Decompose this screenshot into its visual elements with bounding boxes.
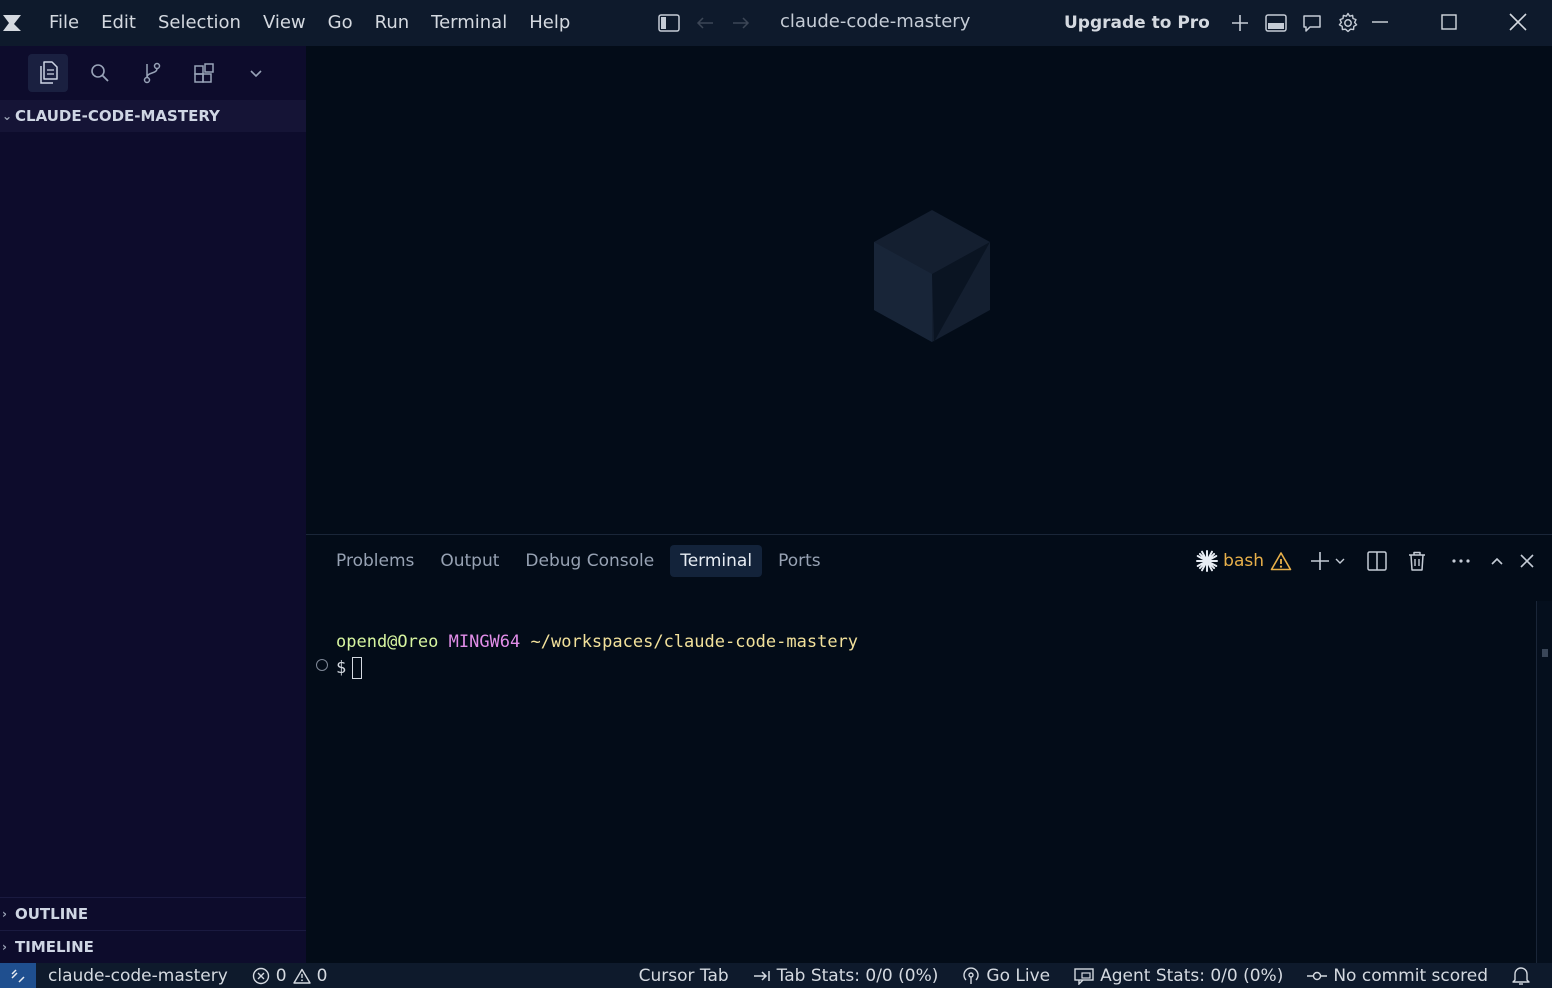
- menu-run[interactable]: Run: [364, 0, 421, 46]
- explorer-section-header[interactable]: ⌄ CLAUDE-CODE-MASTERY: [0, 100, 306, 132]
- outline-section-header[interactable]: › OUTLINE: [0, 897, 306, 930]
- commit-label: No commit scored: [1333, 965, 1488, 986]
- status-tab-stats[interactable]: Tab Stats: 0/0 (0%): [741, 966, 951, 986]
- agent-chat-icon: [1074, 967, 1094, 985]
- remote-icon: [11, 968, 25, 983]
- chevron-up-icon: [1491, 557, 1503, 565]
- more-actions-button[interactable]: [1446, 545, 1476, 577]
- app-logo-icon: [0, 11, 24, 35]
- menu-bar: File Edit Selection View Go Run Terminal…: [38, 0, 581, 46]
- terminal-name-label: bash: [1223, 551, 1264, 571]
- search-icon[interactable]: [80, 54, 120, 92]
- panel-tabs: Problems Output Debug Console Terminal P…: [326, 545, 831, 577]
- chevron-down-icon: ⌄: [2, 109, 13, 123]
- terminal-prompt-symbol: $: [336, 658, 347, 678]
- notifications-button[interactable]: [1500, 966, 1542, 986]
- status-commit[interactable]: No commit scored: [1295, 966, 1500, 986]
- forward-arrow-icon[interactable]: [727, 9, 755, 37]
- close-icon: [1520, 554, 1534, 568]
- terminal-output[interactable]: opend@Oreo MINGW64 ~/workspaces/claude-c…: [336, 629, 858, 681]
- tab-output[interactable]: Output: [430, 545, 509, 577]
- status-warnings-count: 0: [316, 965, 328, 986]
- menu-help[interactable]: Help: [518, 0, 581, 46]
- broadcast-icon: [963, 966, 980, 984]
- tab-ports[interactable]: Ports: [768, 545, 831, 577]
- sidebar: ⌄ CLAUDE-CODE-MASTERY › OUTLINE › TIMELI…: [0, 46, 306, 963]
- bottom-panel: Problems Output Debug Console Terminal P…: [306, 534, 1552, 963]
- split-terminal-button[interactable]: [1362, 545, 1392, 577]
- trash-icon: [1409, 551, 1425, 571]
- timeline-title: TIMELINE: [15, 938, 94, 956]
- menu-go[interactable]: Go: [317, 0, 364, 46]
- toggle-sidebar-icon[interactable]: [655, 9, 683, 37]
- split-icon: [1367, 551, 1387, 571]
- outline-title: OUTLINE: [15, 905, 89, 923]
- terminal-scrollbar[interactable]: [1536, 601, 1552, 963]
- close-panel-button[interactable]: [1512, 545, 1542, 577]
- close-window-button[interactable]: [1483, 0, 1552, 44]
- menu-file[interactable]: File: [38, 0, 90, 46]
- status-errors-count: 0: [275, 965, 287, 986]
- menu-view[interactable]: View: [252, 0, 317, 46]
- maximize-button[interactable]: [1414, 0, 1483, 44]
- explorer-files-icon[interactable]: [28, 54, 68, 92]
- chevron-down-icon: [1335, 558, 1345, 564]
- agent-stats-label: Agent Stats: 0/0 (0%): [1100, 965, 1284, 986]
- chevron-down-icon[interactable]: [236, 54, 276, 92]
- status-workspace[interactable]: claude-code-mastery: [36, 966, 240, 986]
- bell-icon: [1512, 966, 1530, 985]
- claude-spark-icon: [1196, 550, 1219, 572]
- cursor-logo-watermark-icon: [872, 208, 992, 348]
- commit-icon: [1307, 971, 1328, 980]
- tab-debug-console[interactable]: Debug Console: [515, 545, 664, 577]
- activity-bar: [0, 46, 306, 100]
- source-control-icon[interactable]: [132, 54, 172, 92]
- tab-terminal[interactable]: Terminal: [670, 545, 763, 577]
- chevron-right-icon: ›: [2, 940, 7, 954]
- warning-icon: [292, 968, 311, 984]
- terminal-host: MINGW64: [448, 632, 521, 652]
- chevron-right-icon: ›: [2, 907, 7, 921]
- terminal-instance-selector[interactable]: bash: [1195, 545, 1292, 577]
- terminal-cursor: [352, 657, 363, 679]
- explorer-title: CLAUDE-CODE-MASTERY: [15, 107, 220, 125]
- editor-area: [306, 46, 1552, 534]
- tab-arrow-icon: [753, 970, 770, 981]
- kill-terminal-button[interactable]: [1402, 545, 1432, 577]
- plus-icon[interactable]: [1226, 9, 1254, 37]
- tab-problems[interactable]: Problems: [326, 545, 424, 577]
- menu-terminal[interactable]: Terminal: [420, 0, 518, 46]
- minimize-button[interactable]: [1345, 0, 1414, 44]
- warning-icon: [1270, 552, 1292, 571]
- back-arrow-icon[interactable]: [691, 9, 719, 37]
- extensions-icon[interactable]: [184, 54, 224, 92]
- maximize-panel-button[interactable]: [1482, 545, 1512, 577]
- status-problems[interactable]: 0 0: [240, 966, 340, 986]
- ellipsis-icon: [1452, 559, 1470, 563]
- upgrade-to-pro-button[interactable]: Upgrade to Pro: [1064, 13, 1210, 33]
- menu-edit[interactable]: Edit: [90, 0, 147, 46]
- command-decoration-icon[interactable]: [316, 659, 328, 671]
- terminal-user: opend@Oreo: [336, 632, 439, 652]
- scrollbar-marker: [1542, 649, 1548, 657]
- new-terminal-button[interactable]: [1310, 545, 1346, 577]
- plus-icon: [1311, 552, 1329, 570]
- go-live-label: Go Live: [986, 965, 1051, 986]
- toggle-panel-icon[interactable]: [1262, 9, 1290, 37]
- timeline-section-header[interactable]: › TIMELINE: [0, 930, 306, 963]
- title-bar: File Edit Selection View Go Run Terminal…: [0, 0, 1552, 46]
- tab-stats-label: Tab Stats: 0/0 (0%): [776, 965, 939, 986]
- remote-indicator-button[interactable]: [0, 963, 36, 988]
- window-title: claude-code-mastery: [780, 11, 971, 32]
- terminal-prompt-line: opend@Oreo MINGW64 ~/workspaces/claude-c…: [336, 629, 858, 655]
- chat-icon[interactable]: [1298, 9, 1326, 37]
- status-cursor-tab[interactable]: Cursor Tab: [627, 966, 741, 986]
- terminal-input-line: $: [336, 655, 858, 681]
- status-go-live[interactable]: Go Live: [950, 966, 1062, 986]
- menu-selection[interactable]: Selection: [147, 0, 252, 46]
- status-agent-stats[interactable]: Agent Stats: 0/0 (0%): [1062, 966, 1295, 986]
- error-icon: [252, 967, 269, 984]
- terminal-path: ~/workspaces/claude-code-mastery: [530, 632, 859, 652]
- status-bar: claude-code-mastery 0 0 Cursor Tab Tab S…: [0, 963, 1552, 988]
